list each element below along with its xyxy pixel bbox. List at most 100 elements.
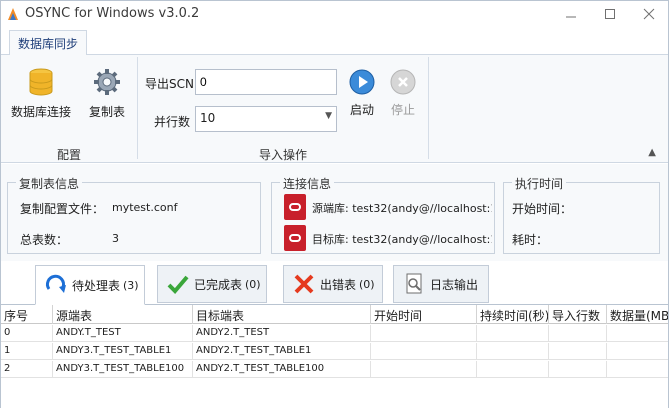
cell-target: ANDY2.T_TEST_TABLE1	[193, 343, 371, 360]
elapsed-label: 耗时：	[512, 233, 549, 247]
tab-completed[interactable]: 已完成表 (0)	[157, 265, 267, 303]
tab-log[interactable]: 日志输出	[393, 265, 489, 303]
minimize-button[interactable]	[556, 3, 586, 25]
connection-info-group: 连接信息 源端库: test32(andy@//localhost:152 目标…	[271, 175, 495, 254]
parallel-label: 并行数	[154, 115, 191, 129]
window-title: OSYNC for Windows v3.0.2	[25, 6, 200, 21]
cell-size	[607, 325, 668, 342]
cell-duration	[477, 343, 549, 360]
tab-pending-label: 待处理表	[72, 278, 121, 293]
tab-log-label: 日志输出	[430, 277, 479, 292]
cell-rows	[549, 361, 607, 378]
maximize-button[interactable]	[595, 3, 625, 25]
oracle-source-icon	[284, 194, 306, 220]
copy-info-title: 复制表信息	[16, 175, 83, 192]
cell-rows	[549, 325, 607, 342]
log-search-icon	[406, 273, 422, 294]
column-header-size[interactable]: 数据量(MB	[607, 305, 668, 324]
exec-time-group: 执行时间 开始时间： 耗时：	[503, 175, 660, 254]
total-tables-value: 3	[112, 232, 119, 245]
tab-completed-label: 已完成表	[194, 277, 243, 292]
table-row[interactable]: 0 ANDY.T_TEST ANDY2.T_TEST	[1, 325, 668, 342]
connection-info-title: 连接信息	[280, 175, 335, 192]
oracle-target-icon	[284, 225, 306, 251]
column-header-rows[interactable]: 导入行数	[549, 305, 607, 324]
tab-completed-count: (0)	[245, 277, 261, 291]
config-group-label: 配置	[57, 148, 82, 162]
column-header-index[interactable]: 序号	[1, 305, 53, 324]
cell-source: ANDY.T_TEST	[53, 325, 193, 342]
cell-start-time	[371, 325, 477, 342]
error-x-icon	[294, 274, 314, 294]
cell-index: 2	[1, 361, 53, 378]
parallel-select[interactable]: 10 ▼	[195, 106, 337, 132]
check-icon	[167, 275, 189, 294]
gear-icon	[94, 69, 120, 95]
ribbon-panel: 数据库连接 复制表 配置 导出SCN 并行数 10 ▼	[1, 55, 668, 163]
tab-errors[interactable]: 出错表 (0)	[283, 265, 383, 303]
app-window: OSYNC for Windows v3.0.2 数据库同步 数据库连接 复制表…	[0, 0, 669, 408]
source-db-text: 源端库: test32(andy@//localhost:152	[312, 202, 492, 215]
minimize-icon	[566, 16, 576, 18]
database-icon	[29, 68, 53, 96]
close-button[interactable]	[634, 3, 664, 25]
maximize-icon	[605, 9, 615, 19]
export-scn-label: 导出SCN	[145, 77, 194, 91]
db-connect-button[interactable]: 数据库连接	[11, 67, 71, 120]
close-icon	[643, 8, 655, 20]
export-scn-input[interactable]	[195, 69, 337, 95]
stop-icon	[390, 69, 416, 95]
table-row[interactable]: 2 ANDY3.T_TEST_TABLE100 ANDY2.T_TEST_TAB…	[1, 361, 668, 378]
parallel-value: 10	[200, 111, 216, 125]
column-header-duration[interactable]: 持续时间(秒)	[477, 305, 549, 324]
info-panel: 复制表信息 复制配置文件： mytest.conf 总表数： 3 连接信息 源端…	[1, 164, 668, 261]
tab-pending[interactable]: 待处理表 (3)	[35, 265, 145, 305]
title-bar: OSYNC for Windows v3.0.2	[1, 1, 668, 28]
cell-target: ANDY2.T_TEST	[193, 325, 371, 342]
cell-index: 0	[1, 325, 53, 342]
copy-table-button[interactable]: 复制表	[89, 67, 125, 120]
start-button[interactable]: 启动	[349, 69, 375, 118]
tab-db-sync[interactable]: 数据库同步	[9, 30, 88, 56]
column-header-source[interactable]: 源端表	[53, 305, 193, 324]
cell-size	[607, 343, 668, 360]
stop-button[interactable]: 停止	[390, 69, 416, 118]
cell-target: ANDY2.T_TEST_TABLE100	[193, 361, 371, 378]
copy-info-group: 复制表信息 复制配置文件： mytest.conf 总表数： 3	[7, 175, 261, 254]
cell-source: ANDY3.T_TEST_TABLE100	[53, 361, 193, 378]
app-icon	[8, 8, 18, 20]
exec-time-title: 执行时间	[512, 175, 567, 192]
stop-label: 停止	[390, 103, 415, 117]
cell-source: ANDY3.T_TEST_TABLE1	[53, 343, 193, 360]
import-group-label: 导入操作	[259, 148, 308, 162]
start-label: 启动	[349, 103, 374, 117]
collapse-ribbon-icon[interactable]: ▲	[648, 147, 656, 158]
start-time-label: 开始时间：	[512, 202, 573, 216]
target-db-text: 目标库: test32(andy@//localhost:152	[312, 233, 492, 246]
cell-rows	[549, 343, 607, 360]
group-divider	[428, 57, 429, 159]
group-divider	[137, 57, 138, 159]
config-file-value: mytest.conf	[112, 201, 178, 214]
refresh-arrow-icon	[45, 274, 66, 293]
tab-errors-label: 出错表	[320, 277, 357, 292]
db-connect-label: 数据库连接	[11, 105, 72, 119]
copy-table-label: 复制表	[89, 105, 126, 119]
tab-errors-count: (0)	[359, 277, 375, 291]
cell-duration	[477, 361, 549, 378]
total-tables-label: 总表数：	[20, 233, 69, 247]
cell-size	[607, 361, 668, 378]
column-header-target[interactable]: 目标端表	[193, 305, 371, 324]
result-tabs: 待处理表 (3) 已完成表 (0) 出错表 (0) 日志输出	[1, 263, 668, 305]
cell-start-time	[371, 361, 477, 378]
cell-index: 1	[1, 343, 53, 360]
config-file-label: 复制配置文件：	[20, 202, 105, 216]
table-header: 序号 源端表 目标端表 开始时间 持续时间(秒) 导入行数 数据量(MB	[1, 305, 668, 324]
cell-start-time	[371, 343, 477, 360]
cell-duration	[477, 325, 549, 342]
column-header-start-time[interactable]: 开始时间	[371, 305, 477, 324]
play-icon	[349, 69, 375, 95]
pending-tables-grid: 序号 源端表 目标端表 开始时间 持续时间(秒) 导入行数 数据量(MB 0 A…	[1, 305, 668, 408]
dropdown-arrow-icon: ▼	[325, 111, 332, 121]
table-row[interactable]: 1 ANDY3.T_TEST_TABLE1 ANDY2.T_TEST_TABLE…	[1, 343, 668, 360]
